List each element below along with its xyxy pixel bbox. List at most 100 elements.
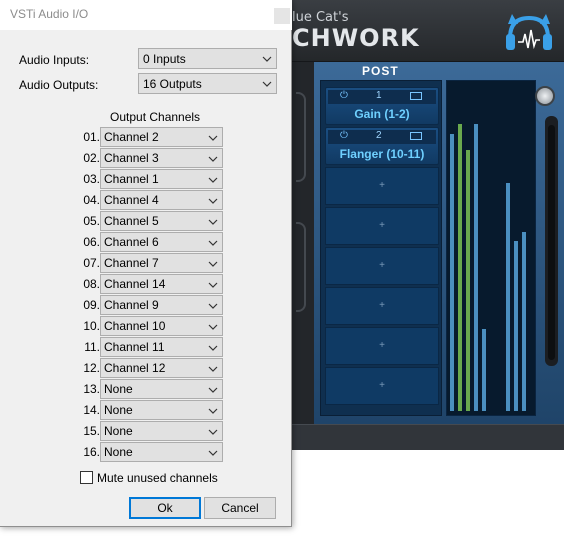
- channel-number: 10.: [83, 319, 100, 333]
- audio-outputs-select[interactable]: 16 Outputs: [138, 73, 277, 94]
- slot-number: 2: [376, 130, 382, 141]
- post-section-label: POST: [362, 64, 399, 78]
- meter-bar: [506, 183, 510, 411]
- chevron-down-icon: [208, 240, 218, 246]
- output-channel-select[interactable]: Channel 12: [100, 358, 223, 378]
- channel-number: 04.: [83, 193, 100, 207]
- blue-cat-logo-icon: [506, 14, 552, 50]
- output-channel-value: Channel 3: [104, 151, 159, 165]
- add-plugin-icon: +: [379, 220, 385, 231]
- channel-number: 14.: [83, 403, 100, 417]
- meter-bar: [458, 124, 462, 411]
- empty-slot[interactable]: +: [325, 327, 439, 365]
- output-channel-select[interactable]: Channel 4: [100, 190, 223, 210]
- add-plugin-icon: +: [379, 300, 385, 311]
- output-channel-select[interactable]: Channel 2: [100, 127, 223, 147]
- chevron-down-icon: [208, 177, 218, 183]
- output-channel-value: Channel 4: [104, 193, 159, 207]
- output-channel-value: None: [104, 382, 133, 396]
- output-channel-value: Channel 6: [104, 235, 159, 249]
- empty-slot[interactable]: +: [325, 167, 439, 205]
- output-channel-select[interactable]: Channel 7: [100, 253, 223, 273]
- channel-number: 02.: [83, 151, 100, 165]
- empty-slot[interactable]: +: [325, 367, 439, 405]
- add-plugin-icon: +: [379, 380, 385, 391]
- chevron-down-icon: [208, 366, 218, 372]
- audio-inputs-select[interactable]: 0 Inputs: [138, 48, 277, 69]
- channel-number: 05.: [83, 214, 100, 228]
- bracket-decoration: [296, 92, 306, 182]
- output-channel-select[interactable]: Channel 9: [100, 295, 223, 315]
- channel-number: 07.: [83, 256, 100, 270]
- power-icon[interactable]: ⏻: [340, 130, 348, 142]
- output-channel-select[interactable]: None: [100, 421, 223, 441]
- output-channel-select[interactable]: None: [100, 400, 223, 420]
- output-level-meter: [446, 80, 536, 416]
- editor-window-icon[interactable]: [410, 92, 422, 100]
- output-channels-title: Output Channels: [110, 110, 201, 124]
- add-plugin-icon: +: [379, 340, 385, 351]
- bracket-decoration: [296, 222, 306, 312]
- empty-slot[interactable]: +: [325, 247, 439, 285]
- cancel-button[interactable]: Cancel: [204, 497, 276, 519]
- output-channel-value: Channel 11: [104, 340, 165, 354]
- output-channel-select[interactable]: Channel 14: [100, 274, 223, 294]
- meter-bar: [450, 134, 454, 411]
- power-icon[interactable]: ⏻: [340, 90, 348, 102]
- output-channel-value: Channel 12: [104, 361, 166, 375]
- meter-bar: [522, 232, 526, 411]
- channel-number: 13.: [83, 382, 100, 396]
- channel-number: 09.: [83, 298, 100, 312]
- slot-plugin-name: Flanger (10-11): [339, 147, 425, 161]
- close-button[interactable]: [274, 8, 290, 24]
- audio-outputs-value: 16 Outputs: [143, 77, 202, 91]
- output-channel-select[interactable]: Channel 5: [100, 211, 223, 231]
- meter-bar: [514, 241, 518, 411]
- plugin-slot-flanger[interactable]: ⏻ 2 Flanger (10-11): [325, 127, 439, 165]
- channel-number: 03.: [83, 172, 100, 186]
- chevron-down-icon: [208, 387, 218, 393]
- slot-plugin-name: Gain (1-2): [354, 107, 410, 121]
- chevron-down-icon: [208, 282, 218, 288]
- ok-button[interactable]: Ok: [129, 497, 201, 519]
- empty-slot[interactable]: +: [325, 207, 439, 245]
- output-channel-select[interactable]: Channel 1: [100, 169, 223, 189]
- audio-inputs-label: Audio Inputs:: [19, 53, 90, 67]
- channel-number: 08.: [83, 277, 100, 291]
- audio-inputs-value: 0 Inputs: [143, 52, 186, 66]
- chevron-down-icon: [208, 261, 218, 267]
- add-plugin-icon: +: [379, 180, 385, 191]
- output-gain-knob[interactable]: [535, 86, 555, 106]
- chevron-down-icon: [208, 198, 218, 204]
- output-channel-value: None: [104, 445, 133, 459]
- dialog-titlebar[interactable]: VSTi Audio I/O: [0, 0, 292, 30]
- plugin-scrollbar-thumb[interactable]: [548, 125, 555, 360]
- empty-slot[interactable]: +: [325, 287, 439, 325]
- slot-number: 1: [376, 90, 382, 101]
- vsti-audio-io-dialog: VSTi Audio I/O Audio Inputs: 0 Inputs Au…: [0, 0, 292, 527]
- plugin-slot-gain[interactable]: ⏻ 1 Gain (1-2): [325, 87, 439, 125]
- editor-window-icon[interactable]: [410, 132, 422, 140]
- output-channel-select[interactable]: Channel 11: [100, 337, 223, 357]
- chevron-down-icon: [262, 56, 272, 62]
- plugin-slot-list: ⏻ 1 Gain (1-2) ⏻ 2 Flanger (10-11) + + +…: [320, 80, 442, 416]
- output-channel-select[interactable]: None: [100, 379, 223, 399]
- output-channel-select[interactable]: Channel 6: [100, 232, 223, 252]
- output-channel-value: Channel 2: [104, 130, 159, 144]
- chevron-down-icon: [208, 450, 218, 456]
- output-channel-value: Channel 1: [104, 172, 159, 186]
- output-channel-value: Channel 7: [104, 256, 159, 270]
- channel-number: 01.: [83, 130, 100, 144]
- output-channel-select[interactable]: None: [100, 442, 223, 462]
- audio-outputs-label: Audio Outputs:: [19, 78, 99, 92]
- plugin-footer: [292, 424, 564, 450]
- output-channel-select[interactable]: Channel 10: [100, 316, 223, 336]
- output-channel-select[interactable]: Channel 3: [100, 148, 223, 168]
- mute-unused-checkbox[interactable]: [80, 471, 93, 484]
- chevron-down-icon: [208, 135, 218, 141]
- output-channel-value: Channel 9: [104, 298, 159, 312]
- mute-unused-label[interactable]: Mute unused channels: [97, 471, 218, 485]
- channel-number: 11.: [84, 340, 100, 354]
- channel-number: 16.: [83, 445, 100, 459]
- chevron-down-icon: [262, 81, 272, 87]
